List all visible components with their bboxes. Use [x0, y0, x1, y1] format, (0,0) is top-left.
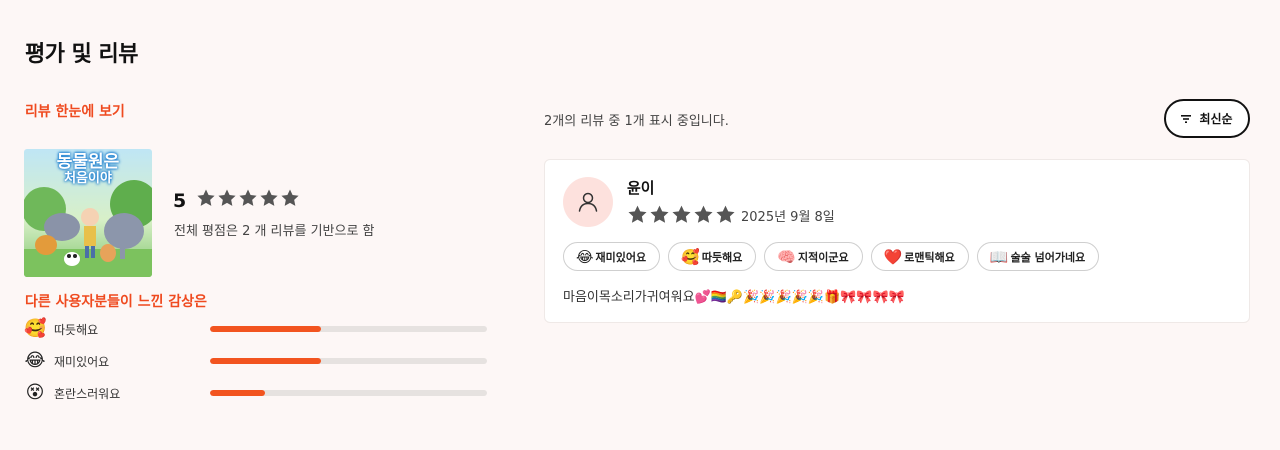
- star-icon: [197, 189, 215, 206]
- feeling-bar: [210, 390, 487, 396]
- feeling-bar-fill: [210, 390, 266, 396]
- tag-label: 지적이군요: [798, 250, 849, 264]
- page-title: 평가 및 리뷰: [25, 42, 139, 67]
- review-tag: 😂 재미있어요: [563, 242, 661, 271]
- feeling-row: 😵 혼란스러워요: [24, 382, 494, 404]
- star-icon: [650, 205, 669, 223]
- filter-icon: [1181, 112, 1192, 126]
- avatar: [563, 177, 613, 227]
- star-icon: [716, 205, 735, 223]
- tag-emoji-icon: 🥰: [681, 247, 700, 266]
- feeling-label: 따듯해요: [54, 322, 99, 337]
- review-tag: 🥰 따듯해요: [668, 242, 757, 271]
- review-count-text: 2개의 리뷰 중 1개 표시 중입니다.: [544, 114, 729, 129]
- glance-title: 리뷰 한눈에 보기: [25, 104, 125, 120]
- sort-button[interactable]: 최신순: [1164, 99, 1250, 138]
- star-icon: [260, 189, 278, 206]
- tag-emoji-icon: 😂: [576, 247, 594, 266]
- review-star-rating: [627, 204, 736, 225]
- feeling-bar: [210, 358, 487, 364]
- tag-emoji-icon: 📖: [989, 247, 1009, 266]
- feeling-bar-fill: [210, 326, 321, 332]
- review-card: 윤이 2025년 9월 8일 😂 재미있어요 🥰 따듯해요 🧠 지적이군요 ❤️ 로맨틱…: [544, 159, 1250, 323]
- star-icon: [628, 205, 647, 223]
- review-date: 2025년 9월 8일: [741, 210, 835, 225]
- star-icon: [672, 205, 691, 223]
- feelings-title: 다른 사용자분들이 느낀 감상은: [25, 294, 208, 310]
- review-tag: 📖 술술 넘어가네요: [976, 242, 1100, 271]
- feeling-row: 😂 재미있어요: [24, 350, 494, 372]
- review-text: 마음이목소리가귀여워요💕🏳️‍🌈🔑🎉🎉🎉🎉🎉🎁🎀🎀🎀🎀: [563, 290, 905, 305]
- feeling-label: 재미있어요: [54, 354, 110, 369]
- review-tags: 😂 재미있어요 🥰 따듯해요 🧠 지적이군요 ❤️ 로맨틱해요 📖 술술 넘어가네요: [563, 242, 1100, 271]
- cover-title-line1: 동물원은: [56, 152, 120, 172]
- star-icon: [239, 189, 257, 206]
- feeling-label: 혼란스러워요: [54, 386, 121, 401]
- overall-star-rating: [196, 188, 300, 208]
- overall-rating-value: 5: [173, 190, 187, 212]
- book-cover-image: 동물원은 처음이야: [24, 149, 152, 277]
- feeling-emoji-icon: 🥰: [24, 318, 47, 339]
- tag-emoji-icon: ❤️: [883, 247, 903, 266]
- review-tag: 🧠 지적이군요: [764, 242, 863, 271]
- overall-rating-description: 전체 평점은 2 개 리뷰를 기반으로 함: [174, 224, 375, 239]
- feeling-bar-fill: [210, 358, 321, 364]
- feeling-emoji-icon: 😵: [25, 382, 45, 403]
- star-icon: [694, 205, 713, 223]
- user-icon: [578, 192, 598, 212]
- cover-title: 동물원은 처음이야: [34, 153, 142, 186]
- star-icon: [281, 189, 299, 206]
- tag-emoji-icon: 🧠: [777, 247, 796, 266]
- tag-label: 로맨틱해요: [904, 250, 955, 264]
- reviewer-name: 윤이: [627, 179, 655, 197]
- star-icon: [218, 189, 236, 206]
- feeling-bar: [210, 326, 487, 332]
- tag-label: 재미있어요: [595, 250, 647, 264]
- sort-label: 최신순: [1199, 112, 1233, 126]
- cover-title-line2: 처음이야: [64, 170, 112, 186]
- feeling-row: 🥰 따듯해요: [24, 318, 494, 340]
- tag-label: 술술 넘어가네요: [1010, 250, 1086, 264]
- review-tag: ❤️ 로맨틱해요: [870, 242, 969, 271]
- feeling-emoji-icon: 😂: [24, 350, 46, 371]
- tag-label: 따듯해요: [701, 250, 743, 264]
